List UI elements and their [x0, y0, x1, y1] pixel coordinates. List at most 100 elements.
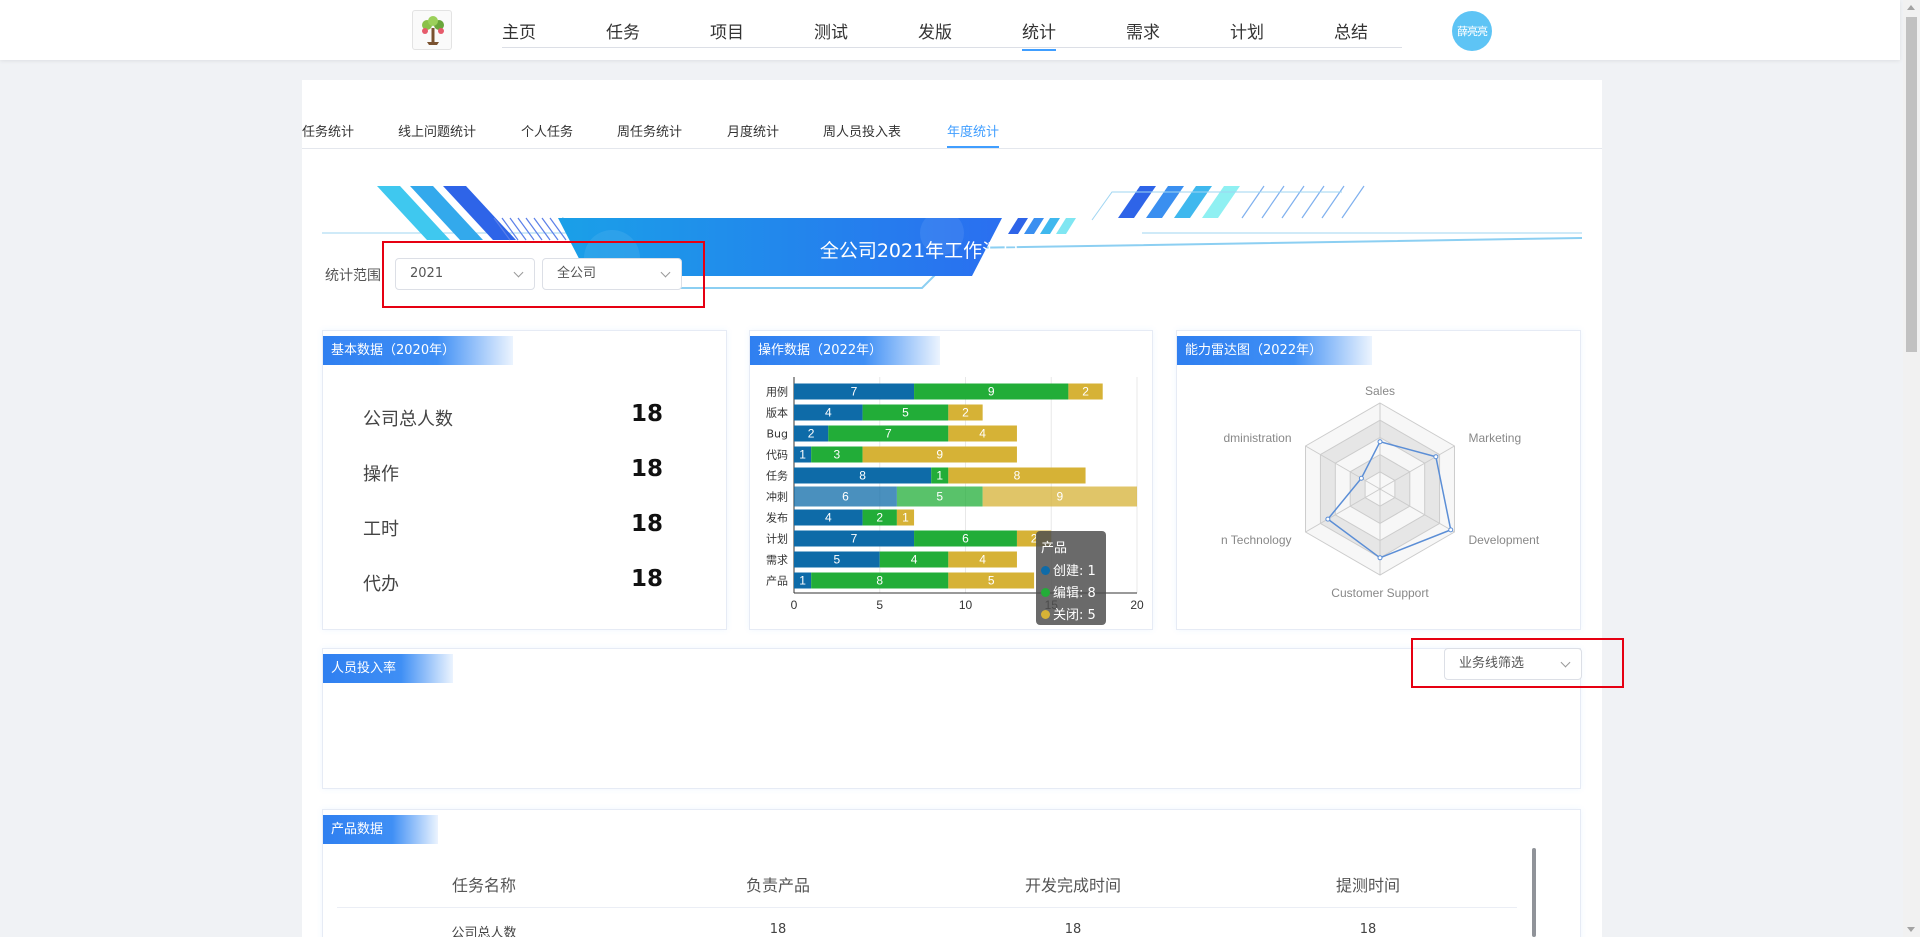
banner-title: 全公司2021年工作汇总	[819, 240, 1021, 262]
nav-item[interactable]: 需求	[1126, 18, 1160, 43]
range-label: 统计范围	[325, 268, 381, 284]
data-label: 8	[1014, 469, 1021, 483]
page-scrollbar[interactable]	[1903, 0, 1920, 937]
data-label: 7	[851, 532, 858, 546]
data-label: 5	[902, 406, 909, 420]
nav-item[interactable]: 测试	[814, 18, 848, 43]
stat-row: 代办 18	[363, 566, 663, 596]
ops-data-panel: 操作数据（2022年） 05101520用例792版本452Bug274代码13…	[749, 330, 1153, 630]
data-label: 9	[988, 385, 995, 399]
data-label: 7	[851, 385, 858, 399]
data-label: 2	[808, 427, 815, 441]
data-label: 4	[979, 553, 986, 567]
data-label: 9	[1056, 490, 1063, 504]
radar-axis-label: Marketing	[1468, 431, 1521, 445]
stat-value: 18	[630, 511, 663, 537]
radar-axis-label: Customer Support	[1331, 586, 1429, 600]
column-header[interactable]: 提测时间	[1268, 872, 1468, 896]
x-tick-label: 10	[959, 598, 973, 612]
sub-tab[interactable]: 任务统计	[302, 121, 354, 140]
legend-dot	[1041, 566, 1050, 575]
column-header[interactable]: 任务名称	[384, 872, 584, 896]
data-label: 9	[936, 448, 943, 462]
panel-title: 产品数据	[323, 815, 438, 844]
radar-point	[1377, 439, 1383, 445]
stat-value: 18	[630, 456, 663, 482]
data-label: 7	[885, 427, 892, 441]
chart-tooltip: 产品 创建: 1 编辑: 8 关闭: 5	[1036, 531, 1106, 625]
nav-underline	[502, 47, 1402, 48]
data-label: 4	[979, 427, 986, 441]
tooltip-title: 产品	[1041, 541, 1068, 556]
table-header-divider	[337, 907, 1517, 908]
y-tick-label: 产品	[766, 574, 788, 588]
data-label: 1	[936, 469, 943, 483]
table-cell: 18	[1064, 922, 1082, 937]
y-tick-label: Bug	[766, 428, 788, 441]
panel-title: 人员投入率	[323, 654, 453, 683]
sub-tab[interactable]: 个人任务	[521, 121, 573, 140]
radar-axis-label: Sales	[1365, 384, 1395, 398]
app-logo[interactable]	[412, 10, 452, 50]
data-label: 4	[825, 406, 832, 420]
highlight-box-filters	[382, 241, 705, 308]
nav-item[interactable]: 计划	[1230, 18, 1264, 43]
user-avatar[interactable]: 薛亮亮	[1452, 11, 1492, 51]
y-tick-label: 发布	[766, 511, 788, 525]
data-label: 8	[859, 469, 866, 483]
radar-point	[1448, 527, 1454, 533]
stat-row: 公司总人数 18	[363, 401, 663, 431]
radar-chart[interactable]: Sales Marketing Development Customer Suppor…	[1177, 331, 1582, 631]
data-label: 5	[988, 574, 995, 588]
tooltip-line: 创建: 1	[1053, 564, 1096, 579]
sub-tab[interactable]: 周人员投入表	[823, 121, 901, 140]
investment-panel: 人员投入率	[322, 648, 1581, 789]
data-label: 6	[962, 532, 969, 546]
scroll-up-icon[interactable]	[1907, 5, 1915, 10]
nav-item[interactable]: 主页	[502, 18, 536, 43]
y-tick-label: 冲刺	[766, 490, 788, 504]
data-label: 3	[834, 448, 841, 462]
data-label: 2	[876, 511, 883, 525]
x-tick-label: 5	[876, 598, 883, 612]
y-tick-label: 需求	[766, 554, 788, 567]
radar-point	[1377, 555, 1383, 561]
tooltip-line: 关闭: 5	[1053, 608, 1096, 623]
stat-label: 代办	[363, 574, 399, 595]
radar-point	[1433, 454, 1439, 460]
table-cell: 公司总人数	[451, 926, 517, 937]
nav-item[interactable]: 发版	[918, 18, 952, 43]
radar-point	[1358, 475, 1364, 481]
sub-tab[interactable]: 月度统计	[727, 121, 779, 140]
data-label: 5	[834, 553, 841, 567]
data-label: 2	[962, 406, 969, 420]
scroll-down-icon[interactable]	[1907, 927, 1915, 932]
nav-item[interactable]: 总结	[1334, 18, 1368, 43]
nav-item[interactable]: 统计	[1022, 18, 1056, 51]
data-label: 6	[842, 490, 849, 504]
scrollbar-thumb[interactable]	[1906, 17, 1917, 352]
stat-label: 工时	[363, 519, 399, 540]
y-tick-label: 用例	[766, 385, 788, 399]
y-tick-label: 计划	[766, 533, 788, 546]
subtabs-underline	[302, 148, 1602, 149]
y-tick-label: 版本	[766, 406, 788, 420]
column-header[interactable]: 开发完成时间	[973, 872, 1173, 896]
y-tick-label: 代码	[766, 449, 788, 462]
stat-label: 公司总人数	[363, 409, 453, 430]
x-tick-label: 20	[1130, 598, 1144, 612]
stat-label: 操作	[363, 464, 399, 485]
column-header[interactable]: 负责产品	[678, 872, 878, 896]
sub-tab[interactable]: 线上问题统计	[398, 121, 476, 140]
nav-item[interactable]: 任务	[606, 18, 640, 43]
radar-point	[1325, 516, 1331, 522]
sub-tab[interactable]: 年度统计	[947, 121, 1000, 148]
tooltip-line: 编辑: 8	[1053, 586, 1096, 601]
radar-axis-label: dministration	[1223, 431, 1291, 445]
table-scrollbar[interactable]	[1532, 848, 1536, 937]
nav-item[interactable]: 项目	[710, 18, 744, 43]
stat-row: 操作 18	[363, 456, 663, 486]
sub-tab[interactable]: 周任务统计	[617, 121, 682, 140]
panel-title: 基本数据（2020年）	[323, 336, 513, 365]
stat-value: 18	[630, 566, 663, 592]
